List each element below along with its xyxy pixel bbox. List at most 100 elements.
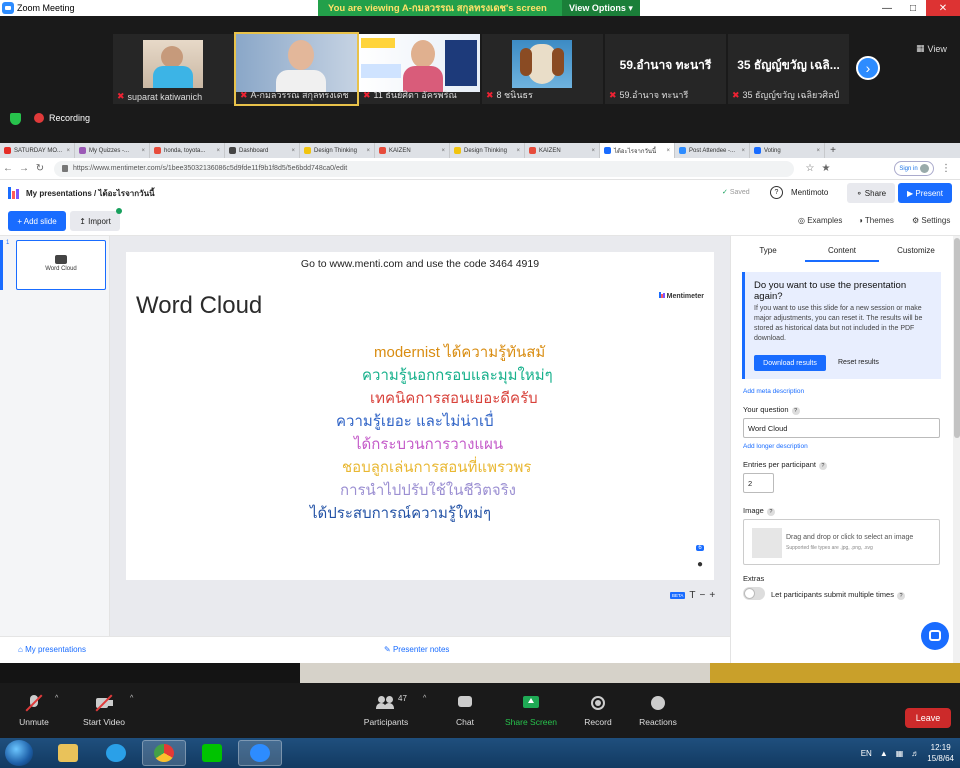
tray-arrow-icon[interactable]: ▲ xyxy=(880,749,888,758)
clock[interactable]: 12:19 15/8/64 xyxy=(927,742,954,764)
participant-tile[interactable]: ✖ suparat katiwanich xyxy=(113,34,234,104)
unmute-button[interactable]: Unmute xyxy=(16,683,52,738)
reload-icon[interactable]: ↻ xyxy=(32,163,48,174)
participants-button[interactable]: 47 Participants xyxy=(360,683,412,738)
participant-tile[interactable]: ✖ 11 ธันย์ศิตา อัครพริณ xyxy=(359,34,480,104)
themes-button[interactable]: ◑ Themes xyxy=(858,216,894,225)
panel-scrollbar[interactable] xyxy=(953,236,960,663)
forward-icon[interactable]: → xyxy=(16,163,32,174)
extensions-icon[interactable]: ★ xyxy=(818,163,834,174)
browser-tab[interactable]: My Quizzes -... × xyxy=(75,143,150,158)
network-icon[interactable]: ▦ xyxy=(896,749,904,758)
add-meta-description-link[interactable]: Add meta description xyxy=(743,388,804,395)
taskbar-ie-button[interactable] xyxy=(94,740,138,766)
close-tab-icon[interactable]: × xyxy=(666,148,670,154)
taskbar-explorer-button[interactable] xyxy=(46,740,90,766)
browser-tab[interactable]: honda, toyota... × xyxy=(150,143,225,158)
close-tab-icon[interactable]: × xyxy=(741,148,745,154)
participant-tile[interactable]: 59.อำนาจ ทะนารี ✖ 59.อำนาจ ทะนารี xyxy=(605,34,726,104)
chevron-up-icon[interactable]: ^ xyxy=(130,695,133,702)
minimize-icon[interactable]: — xyxy=(874,0,900,16)
help-icon[interactable]: ? xyxy=(896,592,905,600)
present-button[interactable]: ▶ Present xyxy=(898,183,952,203)
record-button[interactable]: Record xyxy=(580,683,616,738)
share-button[interactable]: ⚬ Share xyxy=(847,183,895,203)
browser-tab[interactable]: Dashboard × xyxy=(225,143,300,158)
bookmark-star-icon[interactable]: ☆ xyxy=(802,163,818,174)
view-button[interactable]: ▦ View xyxy=(916,43,947,54)
slide-preview[interactable]: Go to www.menti.com and use the code 346… xyxy=(126,252,714,580)
examples-button[interactable]: ◎ Examples xyxy=(798,216,842,225)
view-options-button[interactable]: View Options ▾ xyxy=(562,0,640,16)
reset-results-button[interactable]: Reset results xyxy=(838,359,879,366)
help-icon[interactable]: ? xyxy=(770,186,783,199)
mentimoto-label[interactable]: Mentimoto xyxy=(791,188,828,197)
add-slide-button[interactable]: + Add slide xyxy=(8,211,66,231)
zoom-out-button[interactable]: − xyxy=(700,590,706,601)
browser-menu-icon[interactable]: ⋮ xyxy=(938,163,954,174)
help-icon[interactable]: ? xyxy=(791,407,800,415)
new-tab-button[interactable]: + xyxy=(825,143,841,158)
image-dropzone[interactable]: Drag and drop or click to select an imag… xyxy=(743,519,940,565)
zoom-in-button[interactable]: + xyxy=(709,590,715,601)
multiple-submit-toggle[interactable] xyxy=(743,587,765,600)
participant-tile[interactable]: 35 ธัญญ์ขวัญ เฉลิ... ✖ 35 ธัญญ์ขวัญ เฉลิย… xyxy=(728,34,849,104)
browser-tab-active[interactable]: ได้อะไรจากวันนี้ × xyxy=(600,143,675,158)
my-presentations-link[interactable]: ⌂ My presentations xyxy=(18,645,86,654)
close-tab-icon[interactable]: × xyxy=(141,148,145,154)
settings-button[interactable]: ⚙ Settings xyxy=(912,216,950,225)
close-tab-icon[interactable]: × xyxy=(441,148,445,154)
add-longer-description-link[interactable]: Add longer description xyxy=(743,443,808,450)
maximize-icon[interactable]: □ xyxy=(900,0,926,16)
start-video-button[interactable]: Start Video xyxy=(80,683,128,738)
chat-button[interactable]: Chat xyxy=(450,683,480,738)
recording-indicator[interactable]: Recording xyxy=(34,113,90,123)
slide-thumbnail[interactable]: Word Cloud xyxy=(16,240,106,290)
volume-icon[interactable]: ♬ xyxy=(911,749,919,758)
question-input[interactable]: Word Cloud xyxy=(743,418,940,438)
download-results-button[interactable]: Download results xyxy=(754,355,826,371)
close-icon[interactable]: ✕ xyxy=(926,0,960,16)
participant-tile[interactable]: ✖ 8 ชนินธร xyxy=(482,34,603,104)
browser-tab[interactable]: Post Attendee -... × xyxy=(675,143,750,158)
browser-tab[interactable]: Voting × xyxy=(750,143,825,158)
close-tab-icon[interactable]: × xyxy=(591,148,595,154)
breadcrumb[interactable]: My presentations / ได้อะไรจากวันนี้ xyxy=(26,187,155,200)
browser-tab[interactable]: KAIZEN × xyxy=(525,143,600,158)
close-tab-icon[interactable]: × xyxy=(291,148,295,154)
taskbar-line-button[interactable] xyxy=(190,740,234,766)
sign-in-button[interactable]: Sign in xyxy=(894,161,934,176)
chevron-up-icon[interactable]: ^ xyxy=(55,695,58,702)
participant-tile-active-speaker[interactable]: ✖ A-กมลวรรณ สกุลทรงเดช xyxy=(234,32,359,106)
close-tab-icon[interactable]: × xyxy=(516,148,520,154)
browser-tab[interactable]: SATURDAY MO... × xyxy=(0,143,75,158)
language-indicator[interactable]: EN xyxy=(861,749,872,758)
taskbar-zoom-button[interactable] xyxy=(238,740,282,766)
leave-button[interactable]: Leave xyxy=(905,708,951,728)
security-shield-icon[interactable] xyxy=(10,113,21,125)
chevron-up-icon[interactable]: ^ xyxy=(423,695,426,702)
close-tab-icon[interactable]: × xyxy=(366,148,370,154)
taskbar-chrome-button[interactable] xyxy=(142,740,186,766)
text-size-button[interactable]: T xyxy=(689,590,695,601)
mentimeter-logo-icon[interactable] xyxy=(8,187,20,199)
import-button[interactable]: ↥ Import xyxy=(70,208,122,231)
browser-tab[interactable]: KAIZEN × xyxy=(375,143,450,158)
browser-tab[interactable]: Design Thinking × xyxy=(300,143,375,158)
reactions-button[interactable]: Reactions xyxy=(636,683,680,738)
next-page-arrow-icon[interactable]: › xyxy=(856,56,880,80)
support-chat-icon[interactable] xyxy=(921,622,949,650)
entries-input[interactable]: 2 xyxy=(743,473,774,493)
browser-tab[interactable]: Design Thinking × xyxy=(450,143,525,158)
tab-content[interactable]: Content xyxy=(805,246,879,262)
share-screen-button[interactable]: Share Screen xyxy=(503,683,559,738)
url-input[interactable]: https://www.mentimeter.com/s/1bee3503213… xyxy=(54,160,794,177)
back-icon[interactable]: ← xyxy=(0,163,16,174)
close-tab-icon[interactable]: × xyxy=(816,148,820,154)
tab-type[interactable]: Type xyxy=(731,246,805,262)
presenter-notes-button[interactable]: ✎ Presenter notes xyxy=(384,645,449,654)
help-icon[interactable]: ? xyxy=(766,508,775,516)
close-tab-icon[interactable]: × xyxy=(66,148,70,154)
windows-start-icon[interactable] xyxy=(5,740,33,766)
tab-customize[interactable]: Customize xyxy=(879,246,953,262)
